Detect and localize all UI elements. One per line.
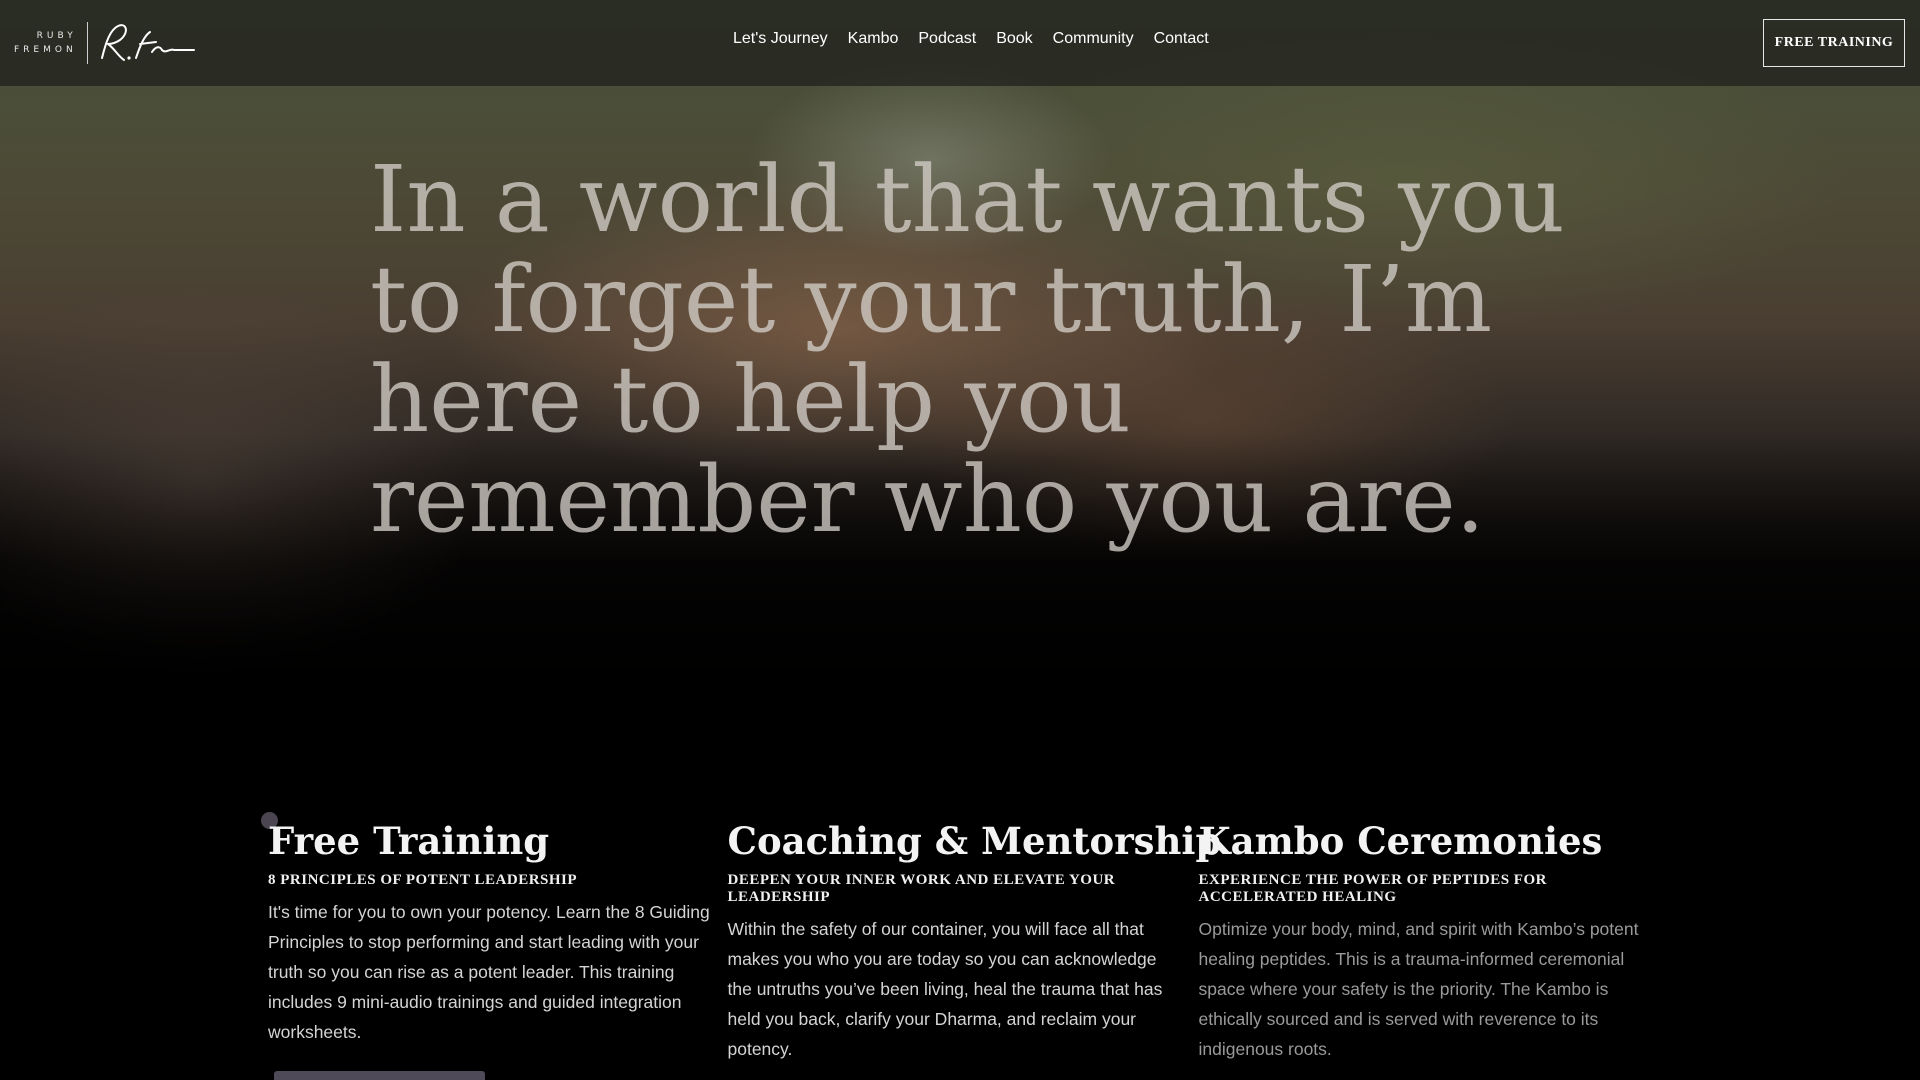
signature-logo-icon — [100, 24, 195, 61]
feature-subtitle: EXPERIENCE THE POWER OF PEPTIDES FOR ACC… — [1198, 872, 1547, 905]
nav-community[interactable]: Community — [1053, 30, 1134, 48]
logo-wordmark: RUBY FREMON — [14, 22, 88, 64]
nav-book[interactable]: Book — [996, 30, 1032, 48]
hero-headline: In a world that wants you to forget your… — [370, 146, 1565, 553]
feature-title: Coaching & Mentorship — [727, 819, 1222, 863]
logo-line-1: RUBY — [36, 31, 77, 41]
features-section: Free Training 8 PRINCIPLES OF POTENT LEA… — [268, 818, 1658, 1080]
nav-kambo[interactable]: Kambo — [848, 30, 899, 48]
feature-free-training: Free Training 8 PRINCIPLES OF POTENT LEA… — [268, 818, 728, 1080]
feature-kambo-ceremonies: Kambo Ceremonies EXPERIENCE THE POWER OF… — [1199, 818, 1659, 1080]
feature-subtitle: DEEPEN YOUR INNER WORK AND ELEVATE YOUR … — [727, 872, 1116, 905]
free-training-cta-button[interactable] — [274, 1071, 485, 1080]
feature-title: Free Training — [268, 819, 550, 863]
free-training-button[interactable]: FREE TRAINING — [1763, 19, 1905, 67]
logo-line-2: FREMON — [14, 45, 77, 55]
feature-body: It's time for you to own your potency. L… — [268, 902, 710, 1042]
top-navigation: RUBY FREMON Let's Journey Kambo Podcast … — [0, 0, 1920, 86]
site-logo[interactable]: RUBY FREMON — [14, 22, 196, 64]
feature-body: Optimize your body, mind, and spirit wit… — [1198, 919, 1639, 1059]
nav-podcast[interactable]: Podcast — [918, 30, 976, 48]
main-menu: Let's Journey Kambo Podcast Book Communi… — [733, 30, 1229, 48]
feature-body: Within the safety of our container, you … — [727, 919, 1163, 1059]
feature-title: Kambo Ceremonies — [1198, 819, 1603, 863]
feature-subtitle: 8 PRINCIPLES OF POTENT LEADERSHIP — [268, 872, 578, 888]
nav-contact[interactable]: Contact — [1154, 30, 1209, 48]
nav-lets-journey[interactable]: Let's Journey — [733, 30, 828, 48]
feature-coaching-mentorship: Coaching & Mentorship DEEPEN YOUR INNER … — [727, 818, 1222, 1080]
